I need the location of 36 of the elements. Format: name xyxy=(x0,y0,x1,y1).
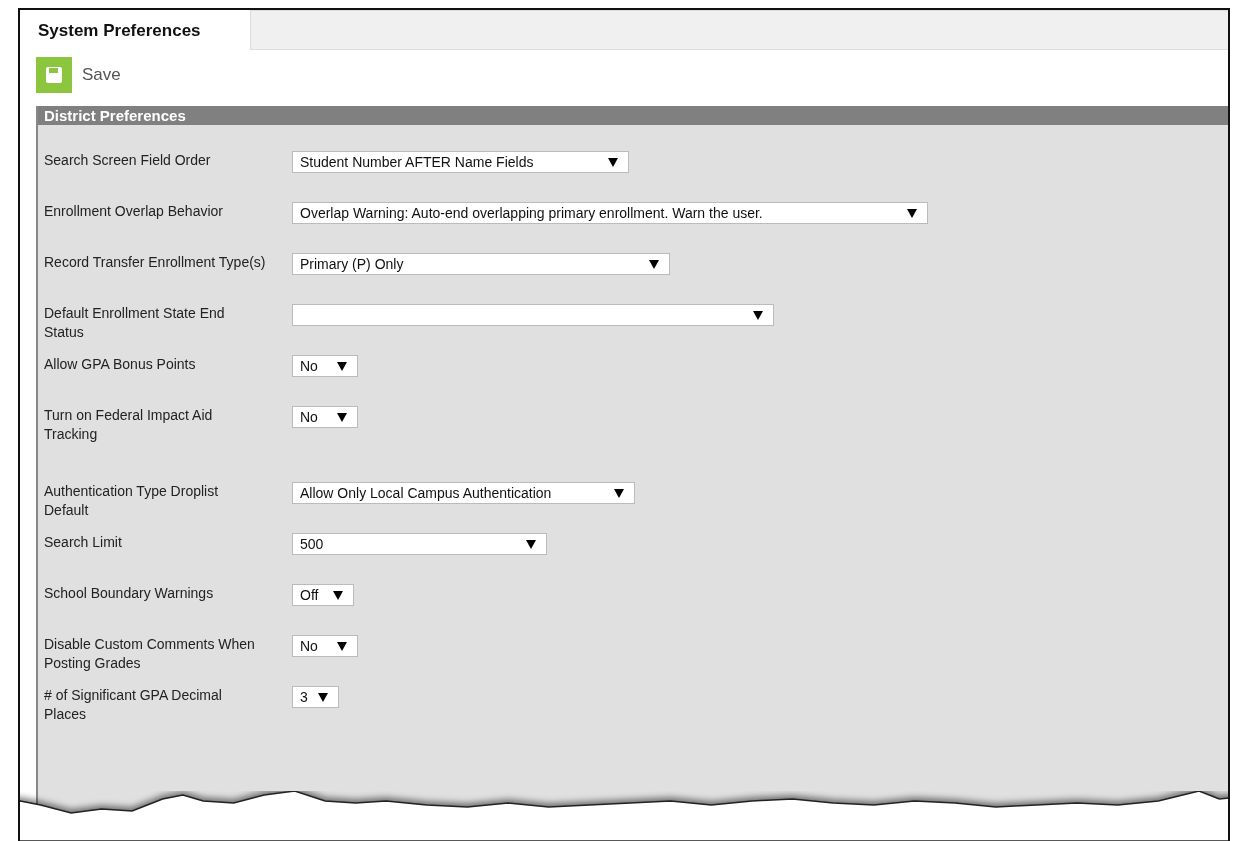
caret-icon xyxy=(753,310,763,320)
field-label: Disable Custom Comments When Posting Grades xyxy=(44,635,256,673)
field-label: # of Significant GPA Decimal Places xyxy=(44,686,223,724)
dropdown[interactable]: Student Number AFTER Name Fields xyxy=(292,151,629,173)
field-label: Default Enrollment State End Status xyxy=(44,304,226,342)
field-label: School Boundary Warnings xyxy=(44,584,215,603)
dropdown[interactable]: Overlap Warning: Auto-end overlapping primary enrollment. Warn the user. xyxy=(292,202,928,224)
caret-icon xyxy=(649,259,659,269)
caret-icon xyxy=(318,692,328,702)
field-label: Turn on Federal Impact Aid Tracking xyxy=(44,406,214,444)
caret-icon xyxy=(337,361,347,371)
dropdown[interactable]: Primary (P) Only xyxy=(292,253,670,275)
caret-icon xyxy=(907,208,917,218)
caret-icon xyxy=(337,412,347,422)
field-label: Authentication Type Droplist Default xyxy=(44,482,220,520)
field-label: Record Transfer Enrollment Type(s) xyxy=(44,253,266,272)
save-icon xyxy=(36,57,72,93)
panel-header: District Preferences xyxy=(38,106,1228,125)
field-label: Search Screen Field Order xyxy=(44,151,212,170)
dropdown[interactable]: 3 xyxy=(292,686,339,708)
dropdown[interactable] xyxy=(292,304,774,326)
caret-icon xyxy=(333,590,343,600)
caret-icon xyxy=(526,539,536,549)
dropdown[interactable]: No xyxy=(292,355,358,377)
caret-icon xyxy=(614,488,624,498)
dropdown[interactable]: Off xyxy=(292,584,354,606)
caret-icon xyxy=(337,641,347,651)
save-button[interactable]: Save xyxy=(36,57,121,93)
field-label: Enrollment Overlap Behavior xyxy=(44,202,224,221)
dropdown[interactable]: Allow Only Local Campus Authentication xyxy=(292,482,635,504)
dropdown[interactable]: 500 xyxy=(292,533,547,555)
field-label: Allow GPA Bonus Points xyxy=(44,355,197,374)
caret-icon xyxy=(608,157,618,167)
dropdown[interactable]: No xyxy=(292,635,358,657)
dropdown[interactable]: No xyxy=(292,406,358,428)
field-label: Search Limit xyxy=(44,533,123,552)
